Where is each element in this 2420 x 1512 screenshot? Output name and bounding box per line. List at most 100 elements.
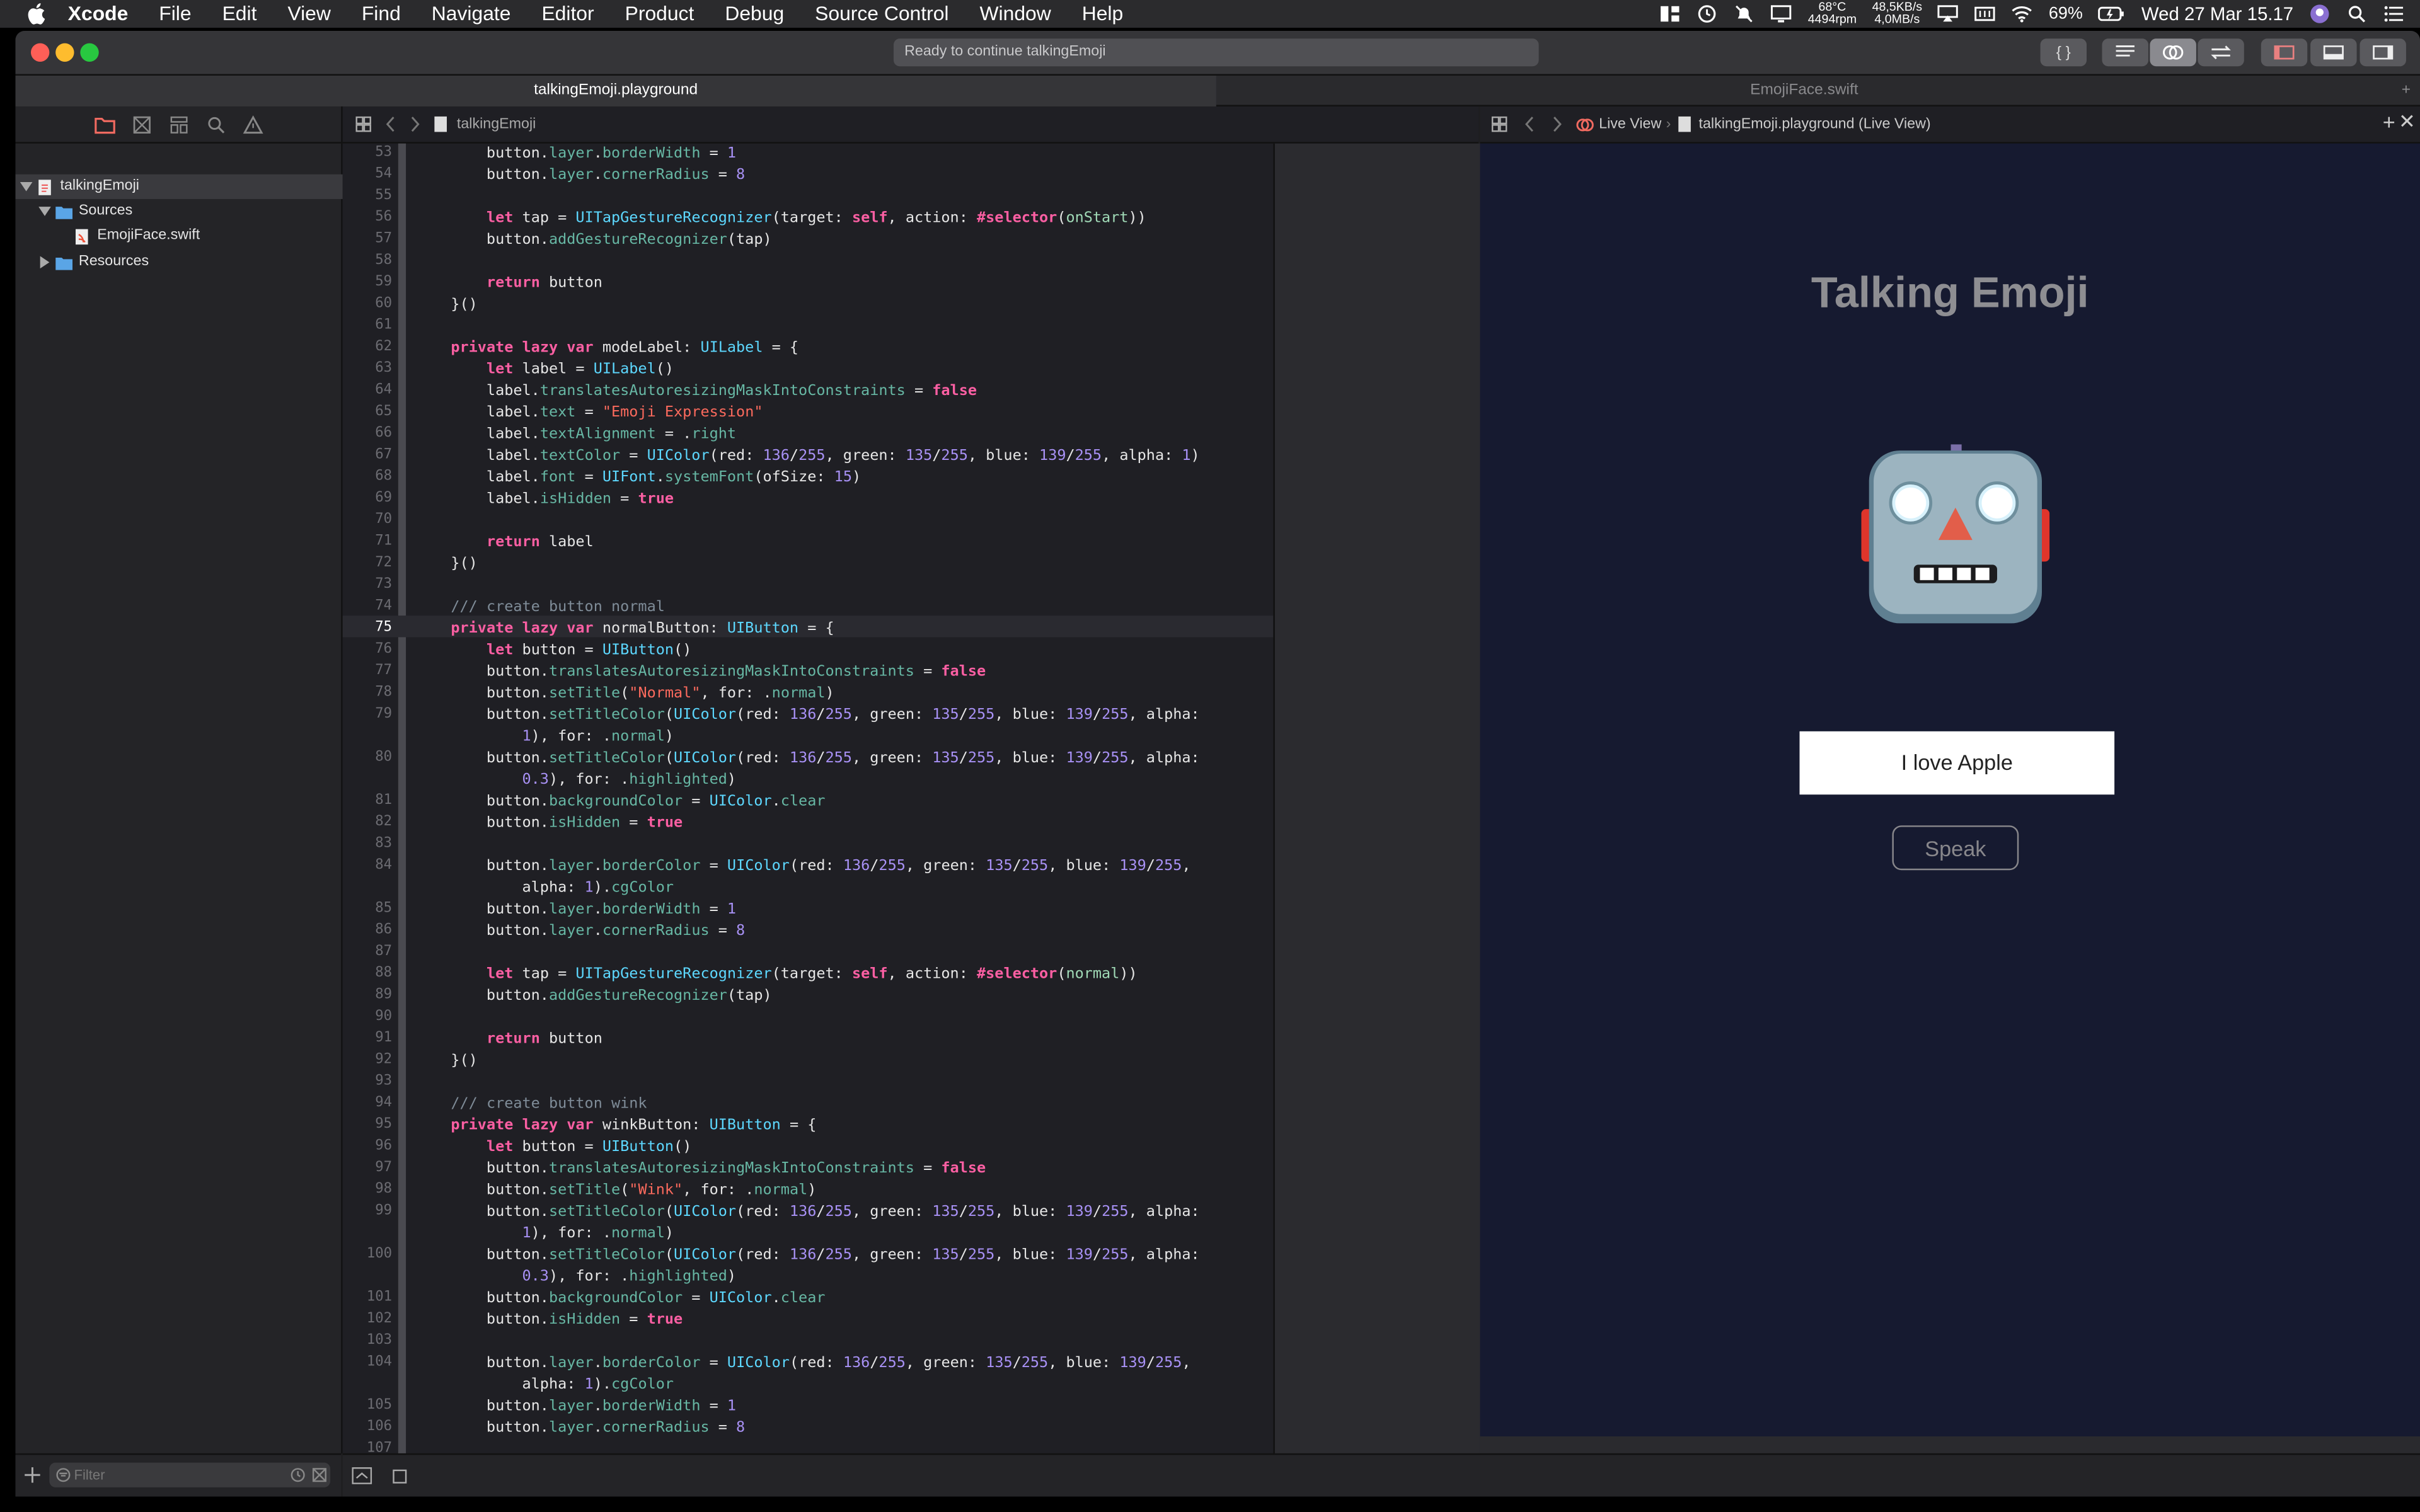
menu-find[interactable]: Find xyxy=(362,0,401,28)
memory-icon[interactable] xyxy=(1974,4,1996,23)
lines-icon xyxy=(2116,45,2135,57)
show-debug-area-icon[interactable] xyxy=(352,1467,372,1484)
live-view-breadcrumb[interactable]: Live View xyxy=(1599,116,1661,133)
debug-bar xyxy=(342,1453,2420,1497)
folder-icon[interactable] xyxy=(93,113,115,135)
battery-percent[interactable]: 69% xyxy=(2049,4,2083,23)
tree-item-resources[interactable]: Resources xyxy=(15,250,149,275)
source-control-filter-icon[interactable] xyxy=(312,1467,327,1482)
recent-files-icon[interactable] xyxy=(290,1467,305,1482)
menu-window[interactable]: Window xyxy=(979,0,1051,28)
clock[interactable]: Wed 27 Mar 15.17 xyxy=(2141,3,2293,25)
library-button[interactable]: { } xyxy=(2040,38,2087,67)
back-icon[interactable] xyxy=(1523,116,1536,133)
assistant-editor-button[interactable] xyxy=(2150,38,2196,67)
battery-icon[interactable] xyxy=(2098,4,2126,23)
forward-icon[interactable] xyxy=(409,116,422,133)
related-items-icon[interactable] xyxy=(355,116,372,133)
filter-input[interactable]: Filter xyxy=(49,1462,331,1487)
rings-icon xyxy=(2163,45,2184,60)
tree-item-sources[interactable]: Sources xyxy=(15,199,132,224)
playground-file-icon xyxy=(1678,116,1691,132)
close-window-button[interactable] xyxy=(30,43,50,62)
issue-navigator-icon[interactable] xyxy=(241,113,263,135)
cpu-stats[interactable]: 68°C 4494rpm xyxy=(1808,1,1857,26)
network-stats[interactable]: 48,5KB/s 4,0MB/s xyxy=(1872,1,1923,26)
zoom-window-button[interactable] xyxy=(80,43,99,62)
editor-jump-bar: talkingEmoji xyxy=(342,106,1479,144)
back-icon[interactable] xyxy=(384,116,397,133)
xcode-window: Ready to continue talkingEmoji { } talki… xyxy=(15,30,2420,1497)
navigator-footer: Filter xyxy=(15,1453,342,1497)
symbol-navigator-icon[interactable] xyxy=(168,113,189,135)
results-sidebar xyxy=(1273,143,1480,1453)
toggle-debug-area-button[interactable] xyxy=(2310,38,2357,67)
notifications-muted-icon[interactable] xyxy=(1734,4,1755,23)
breadcrumb-separator: › xyxy=(1666,115,1671,133)
add-icon[interactable] xyxy=(23,1466,42,1484)
menu-bar: Xcode File Edit View Find Navigate Edito… xyxy=(0,0,2420,28)
tree-item-emojiface-swift[interactable]: EmojiFace.swift xyxy=(15,224,200,248)
code-area[interactable]: 53 button.layer.borderWidth = 1 54 butto… xyxy=(342,144,1274,1453)
minimize-window-button[interactable] xyxy=(55,43,74,62)
spotlight-search-icon[interactable] xyxy=(2346,4,2367,23)
speech-text-field[interactable]: I love Apple xyxy=(1799,731,2115,795)
disclosure-open-icon[interactable] xyxy=(20,181,33,193)
toggle-navigator-button[interactable] xyxy=(2261,38,2308,67)
live-view-canvas[interactable]: Talking Emoji I love Apple Speak xyxy=(1480,143,2420,1453)
live-view-pane: Live View › talkingEmoji.playground (Liv… xyxy=(1480,106,2420,1453)
new-tab-button[interactable]: + xyxy=(2392,76,2420,106)
menu-help[interactable]: Help xyxy=(1082,0,1124,28)
menu-app-name[interactable]: Xcode xyxy=(68,0,129,28)
menu-edit[interactable]: Edit xyxy=(222,0,257,28)
user-avatar-icon[interactable] xyxy=(2309,3,2331,25)
source-editor: talkingEmoji 53 button.layer.borderWidth… xyxy=(342,106,1480,1453)
airplay-icon[interactable] xyxy=(1938,4,1959,23)
live-view-file-breadcrumb[interactable]: talkingEmoji.playground (Live View) xyxy=(1699,116,1931,133)
toolbar: Ready to continue talkingEmoji { } xyxy=(15,30,2420,74)
swift-file-icon xyxy=(76,228,88,244)
find-navigator-icon[interactable] xyxy=(204,113,226,135)
speak-button[interactable]: Speak xyxy=(1892,825,2019,871)
add-editor-button[interactable]: + xyxy=(2383,110,2395,134)
standard-editor-button[interactable] xyxy=(2102,38,2148,67)
activity-status: Ready to continue talkingEmoji xyxy=(893,38,1539,67)
folder-icon xyxy=(55,205,73,219)
time-machine-icon[interactable] xyxy=(1697,4,1718,23)
navigator-selector-bar xyxy=(15,106,342,144)
menu-source-control[interactable]: Source Control xyxy=(815,0,948,28)
related-items-icon[interactable] xyxy=(1491,116,1508,133)
playground-file-icon xyxy=(434,116,447,132)
disclosure-closed-icon[interactable] xyxy=(38,256,51,269)
tiles-icon[interactable] xyxy=(1660,4,1681,23)
menu-view[interactable]: View xyxy=(287,0,330,28)
tree-item-talkingemoji[interactable]: talkingEmoji xyxy=(15,174,346,199)
robot-face-icon xyxy=(1861,444,2050,624)
notification-center-icon[interactable] xyxy=(2383,4,2404,23)
monitor-icon[interactable] xyxy=(1771,4,1792,23)
editor-breadcrumb[interactable]: talkingEmoji xyxy=(457,116,536,133)
disclosure-open-icon[interactable] xyxy=(38,205,51,218)
menu-file[interactable]: File xyxy=(159,0,191,28)
source-control-icon[interactable] xyxy=(130,113,152,135)
close-editor-button[interactable]: ✕ xyxy=(2399,110,2416,134)
forward-icon[interactable] xyxy=(1551,116,1564,133)
filter-icon xyxy=(56,1468,71,1482)
menu-navigate[interactable]: Navigate xyxy=(432,0,511,28)
wifi-icon[interactable] xyxy=(2012,4,2033,23)
menu-editor[interactable]: Editor xyxy=(541,0,594,28)
tab-playground[interactable]: talkingEmoji.playground xyxy=(15,76,1216,106)
menu-debug[interactable]: Debug xyxy=(725,0,784,28)
menu-product[interactable]: Product xyxy=(625,0,694,28)
project-navigator: talkingEmoji Sources EmojiFace.swift Res… xyxy=(15,106,346,1453)
tree-item-label: Sources xyxy=(78,202,133,219)
folder-icon xyxy=(55,256,73,270)
tree-item-label: Resources xyxy=(78,253,149,270)
horizontal-scrollbar[interactable] xyxy=(1480,1436,2420,1453)
stop-icon[interactable] xyxy=(392,1469,407,1484)
tab-emojiface[interactable]: EmojiFace.swift xyxy=(1218,76,2390,106)
app-title: Talking Emoji xyxy=(1811,268,2089,317)
toggle-inspector-button[interactable] xyxy=(2360,38,2406,67)
version-editor-button[interactable] xyxy=(2198,38,2244,67)
apple-icon[interactable] xyxy=(25,3,46,25)
